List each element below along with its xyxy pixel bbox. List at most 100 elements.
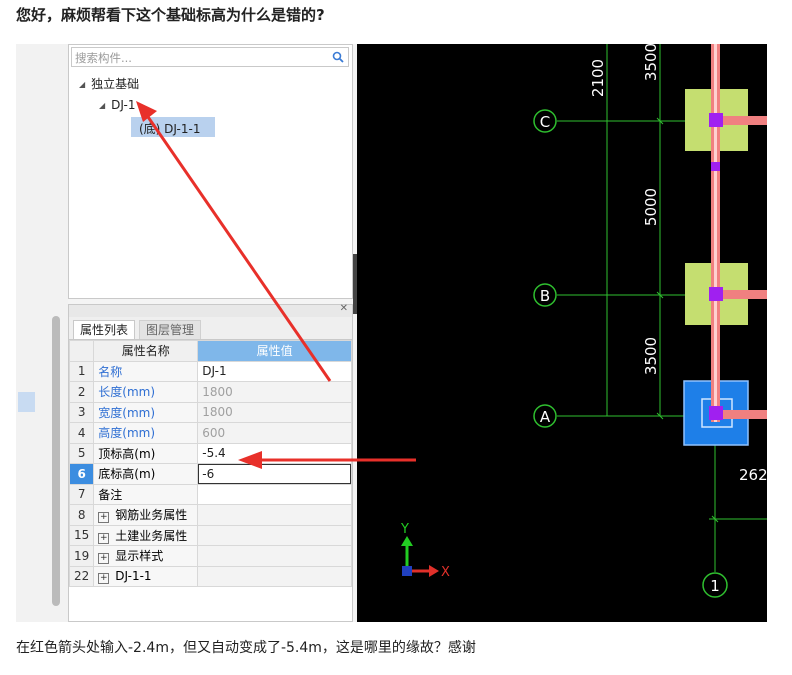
row-number: 6 (68, 463, 95, 485)
dimension-text: 5000 (642, 188, 660, 226)
property-name: 长度(mm) (93, 381, 199, 403)
bottom-elevation-field[interactable]: -6 (197, 463, 352, 485)
property-group-name[interactable]: + 土建业务属性 (93, 524, 199, 546)
property-name: 备注 (93, 483, 199, 505)
column-b[interactable] (709, 287, 723, 301)
property-value-field (197, 504, 352, 526)
table-row-group[interactable]: 19 + 显示样式 (68, 545, 352, 567)
table-row-group[interactable]: 8 + 钢筋业务属性 (68, 504, 352, 526)
row-number: 1 (68, 360, 95, 382)
axis-label-c: C (540, 113, 550, 131)
table-row[interactable]: 2 长度(mm) 1800 (68, 381, 352, 403)
expand-plus-icon[interactable]: + (98, 553, 110, 565)
row-number: 4 (68, 422, 95, 444)
property-tabs: 属性列表 图层管理 (69, 317, 352, 340)
property-panel-titlebar: ✕ (69, 303, 352, 317)
table-row-top-elevation[interactable]: 5 顶标高(m) -5.4 (68, 442, 352, 464)
row-number: 3 (68, 401, 95, 423)
property-name: 土建业务属性 (115, 528, 188, 543)
tree-node-label: (底) DJ-1-1 (139, 122, 201, 136)
software-screenshot: 搜索构件... ◢ 独立基础 ◢ DJ-1 (底) DJ-1-1 ✕ 属性列表 图层… (16, 44, 767, 622)
collapse-triangle-icon[interactable]: ◢ (79, 80, 85, 89)
column-a[interactable] (709, 406, 723, 420)
search-icon[interactable] (332, 51, 344, 63)
property-value-field (197, 545, 352, 567)
property-panel: ✕ 属性列表 图层管理 属性名称 属性值 1 名称 DJ-1 2 长度(mm) … (68, 303, 353, 622)
table-row[interactable]: 3 宽度(mm) 1800 (68, 401, 352, 423)
expand-plus-icon[interactable]: + (98, 532, 110, 544)
property-value-field[interactable]: DJ-1 (197, 360, 352, 382)
table-row-bottom-elevation[interactable]: 6 底标高(m) -6 (68, 463, 352, 485)
beam-centerline (714, 44, 717, 422)
expand-plus-icon[interactable]: + (98, 572, 110, 584)
left-scrollbar[interactable] (52, 316, 60, 606)
property-name: 名称 (93, 360, 199, 382)
ucs-y-arrow-icon (401, 536, 413, 546)
property-name: 显示样式 (115, 549, 164, 564)
property-name: DJ-1-1 (115, 568, 152, 583)
row-number: 5 (68, 442, 95, 464)
property-name: 底标高(m) (93, 463, 199, 485)
question-title: 您好，麻烦帮看下这个基础标高为什么是错的? (16, 6, 325, 24)
beam-horizontal-c[interactable] (716, 116, 767, 125)
property-table-header: 属性名称 属性值 (68, 340, 352, 362)
table-row[interactable]: 4 高度(mm) 600 (68, 422, 352, 444)
property-value-field[interactable]: 1800 (197, 381, 352, 403)
ucs-y-label: Y (400, 522, 409, 537)
axis-label-b: B (540, 287, 550, 305)
row-number: 8 (68, 504, 95, 526)
property-group-name[interactable]: + 钢筋业务属性 (93, 504, 199, 526)
component-search-input[interactable]: 搜索构件... (71, 47, 349, 67)
tree-node-dj1[interactable]: ◢ DJ-1 (99, 98, 135, 112)
strip-selection-marker (18, 392, 35, 412)
property-value-field[interactable]: 600 (197, 422, 352, 444)
column-mid[interactable] (711, 162, 720, 171)
table-row[interactable]: 1 名称 DJ-1 (68, 360, 352, 382)
cad-drawing: C B A 1 2100 3500 5000 3500 262 Y X (400, 44, 767, 598)
cad-drawing-canvas[interactable]: C B A 1 2100 3500 5000 3500 262 Y X (357, 44, 767, 622)
tab-layer-manager[interactable]: 图层管理 (139, 320, 202, 339)
ucs-origin-icon (402, 566, 412, 576)
expand-plus-icon[interactable]: + (98, 512, 110, 524)
axis-label-1: 1 (710, 577, 720, 595)
collapse-triangle-icon[interactable]: ◢ (99, 101, 105, 110)
property-name: 高度(mm) (93, 422, 199, 444)
property-value-field (197, 565, 352, 587)
row-number: 19 (68, 545, 95, 567)
beam-horizontal-b[interactable] (716, 290, 767, 299)
property-value-field (197, 524, 352, 546)
property-name: 钢筋业务属性 (115, 508, 188, 523)
property-name: 顶标高(m) (93, 442, 199, 464)
component-tree-panel: 搜索构件... ◢ 独立基础 ◢ DJ-1 (底) DJ-1-1 (68, 44, 353, 299)
header-number-cell (68, 340, 95, 362)
dimension-text: 2100 (589, 59, 607, 97)
ucs-x-arrow-icon (429, 565, 439, 577)
table-row[interactable]: 7 备注 (68, 483, 352, 505)
tree-node-dj1-1-selected[interactable]: (底) DJ-1-1 (131, 117, 215, 137)
header-property-name: 属性名称 (93, 340, 199, 362)
property-group-name[interactable]: + DJ-1-1 (93, 565, 199, 587)
dimension-text: 3500 (642, 337, 660, 375)
tab-property-list[interactable]: 属性列表 (73, 320, 136, 339)
row-number: 7 (68, 483, 95, 505)
tree-node-label: 独立基础 (91, 77, 140, 91)
property-value-field[interactable] (197, 483, 352, 505)
row-number: 22 (68, 565, 95, 587)
header-property-value: 属性值 (197, 340, 352, 362)
dimension-text: 3500 (642, 44, 660, 81)
top-elevation-field[interactable]: -5.4 (197, 442, 352, 464)
beam-horizontal-a[interactable] (716, 410, 767, 419)
close-icon[interactable]: ✕ (340, 303, 348, 314)
table-row-group[interactable]: 15 + 土建业务属性 (68, 524, 352, 546)
property-group-name[interactable]: + 显示样式 (93, 545, 199, 567)
column-c[interactable] (709, 113, 723, 127)
property-value-field[interactable]: 1800 (197, 401, 352, 423)
tree-node-isolated-footing[interactable]: ◢ 独立基础 (79, 75, 139, 92)
row-number: 15 (68, 524, 95, 546)
left-toolbar-strip (16, 44, 68, 622)
axis-label-a: A (540, 408, 551, 426)
property-table: 属性名称 属性值 1 名称 DJ-1 2 长度(mm) 1800 3 宽度(mm… (68, 340, 352, 587)
tree-node-label: DJ-1 (111, 98, 136, 112)
table-row-group[interactable]: 22 + DJ-1-1 (68, 565, 352, 587)
search-placeholder: 搜索构件... (75, 51, 132, 65)
